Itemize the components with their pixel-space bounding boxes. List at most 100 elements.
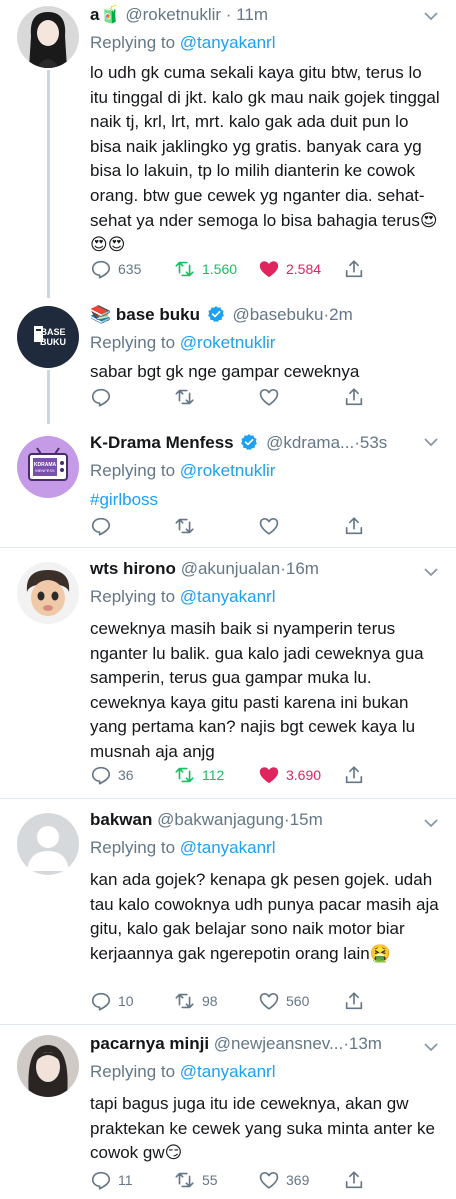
tweet-text: kan ada gojek? kenapa gk pesen gojek. ud… — [90, 868, 442, 966]
display-name[interactable]: wts hirono — [90, 559, 176, 578]
retweet-icon — [175, 389, 194, 405]
reply-button[interactable] — [90, 386, 112, 408]
retweet-button[interactable]: 1.560 — [174, 258, 237, 280]
heart-icon — [259, 993, 279, 1010]
chevron-down-icon[interactable] — [424, 12, 438, 21]
timestamp[interactable]: 11m — [236, 5, 268, 24]
share-icon — [345, 517, 363, 535]
reply-icon — [91, 517, 111, 536]
display-name[interactable]: bakwan — [90, 810, 152, 829]
tweet-item[interactable]: a🧃 @roketnuklir · 11m Replying to @tanya… — [0, 0, 456, 290]
display-name[interactable]: 📚 base buku — [90, 305, 200, 324]
replying-to: Replying to @tanyakanrl — [90, 585, 442, 608]
share-button[interactable] — [343, 764, 365, 786]
reply-button[interactable]: 11 — [90, 1169, 133, 1191]
mention-link[interactable]: @roketnuklir — [180, 333, 276, 352]
avatar-text: BUKU — [40, 337, 66, 347]
display-name[interactable]: pacarnya minji — [90, 1034, 209, 1053]
chevron-down-icon[interactable] — [424, 1043, 438, 1052]
retweet-button[interactable] — [174, 515, 196, 537]
tweet-item[interactable]: wts hirono @akunjualan·16m Replying to @… — [0, 548, 456, 798]
emoji-text: 🤮 — [369, 943, 391, 963]
tweet-text-content: lo udh gk cuma sekali kaya gitu btw, ter… — [90, 63, 440, 230]
chevron-down-icon[interactable] — [424, 819, 438, 828]
tweet-item[interactable]: KDRAMA MENFESS K-Drama Menfess @kdrama..… — [0, 424, 456, 546]
mention-link[interactable]: @roketnuklir — [180, 461, 276, 480]
share-button[interactable] — [343, 386, 365, 408]
display-name[interactable]: K-Drama Menfess — [90, 433, 234, 452]
timestamp[interactable]: 53s — [360, 433, 387, 452]
avatar[interactable] — [17, 813, 79, 875]
retweet-icon — [175, 518, 194, 534]
share-icon — [345, 992, 363, 1010]
user-handle[interactable]: @kdrama... — [266, 433, 354, 452]
chevron-down-icon[interactable] — [424, 568, 438, 577]
avatar[interactable]: BASE BUKU — [17, 306, 79, 368]
like-button[interactable]: 3.690 — [258, 764, 321, 786]
timestamp[interactable]: 2m — [329, 305, 353, 324]
chevron-down-icon[interactable] — [424, 438, 438, 447]
replying-to: Replying to @roketnuklir — [90, 331, 442, 354]
share-button[interactable] — [343, 258, 365, 280]
timestamp[interactable]: 15m — [290, 810, 323, 829]
tweet-actions: 36 112 3.690 — [90, 764, 390, 786]
tweet-item[interactable]: pacarnya minji @newjeansnev...·13m Reply… — [0, 1025, 456, 1199]
reply-button[interactable]: 635 — [90, 258, 141, 280]
tweet-header: pacarnya minji @newjeansnev...·13m — [90, 1033, 442, 1057]
share-button[interactable] — [343, 990, 365, 1012]
avatar[interactable] — [17, 1035, 79, 1097]
share-icon — [345, 260, 363, 278]
like-button[interactable] — [258, 515, 280, 537]
replying-to: Replying to @tanyakanrl — [90, 1060, 442, 1083]
timestamp[interactable]: 16m — [286, 559, 319, 578]
tweet-header: wts hirono @akunjualan·16m — [90, 558, 442, 582]
reply-icon — [91, 1171, 111, 1190]
mention-link[interactable]: @tanyakanrl — [180, 587, 276, 606]
reply-icon — [91, 388, 111, 407]
avatar[interactable] — [17, 6, 79, 68]
user-handle[interactable]: @roketnuklir — [125, 5, 221, 24]
like-button[interactable]: 560 — [258, 990, 309, 1012]
mention-link[interactable]: @tanyakanrl — [180, 33, 276, 52]
retweet-button[interactable]: 55 — [174, 1169, 218, 1191]
avatar[interactable]: KDRAMA MENFESS — [17, 436, 79, 498]
tweet-header: 📚 base buku @basebuku·2m — [90, 304, 442, 328]
share-button[interactable] — [343, 515, 365, 537]
tweet-item[interactable]: bakwan @bakwanjagung·15m Replying to @ta… — [0, 799, 456, 1024]
avatar[interactable] — [17, 562, 79, 624]
reply-count: 11 — [118, 1172, 133, 1188]
user-handle[interactable]: @newjeansnev... — [214, 1034, 343, 1053]
like-button[interactable] — [258, 386, 280, 408]
tweet-text-content: tapi bagus juga itu ide ceweknya, akan g… — [90, 1094, 435, 1163]
tweet-text: sabar bgt gk nge gampar ceweknya — [90, 362, 360, 381]
hashtag-link[interactable]: #girlboss — [90, 490, 158, 509]
retweet-count: 112 — [202, 767, 225, 783]
tweet-item[interactable]: BASE BUKU 📚 base buku @basebuku·2m Reply… — [0, 298, 456, 416]
mention-link[interactable]: @tanyakanrl — [180, 1062, 276, 1081]
like-button[interactable]: 369 — [258, 1169, 309, 1191]
emoji-text: 😏 — [164, 1143, 183, 1163]
retweet-button[interactable]: 112 — [174, 764, 224, 786]
tweet-text: #girlboss — [90, 488, 442, 513]
retweet-button[interactable]: 98 — [174, 990, 218, 1012]
mention-link[interactable]: @tanyakanrl — [180, 838, 276, 857]
share-button[interactable] — [343, 1169, 365, 1191]
reply-button[interactable]: 10 — [90, 990, 134, 1012]
tweet-actions: 10 98 560 — [90, 990, 390, 1012]
retweet-count: 98 — [202, 993, 218, 1009]
display-name[interactable]: a🧃 — [90, 5, 121, 24]
like-button[interactable]: 2.584 — [258, 258, 321, 280]
reply-button[interactable] — [90, 515, 112, 537]
retweet-button[interactable] — [174, 386, 196, 408]
separator-dot: · — [225, 5, 232, 24]
heart-icon — [259, 518, 279, 535]
user-handle[interactable]: @akunjualan — [181, 559, 281, 578]
user-handle[interactable]: @bakwanjagung — [157, 810, 284, 829]
user-handle[interactable]: @basebuku — [232, 305, 323, 324]
replying-to-label: Replying to — [90, 33, 176, 52]
avatar-text: MENFESS — [35, 468, 55, 473]
timestamp[interactable]: 13m — [349, 1034, 382, 1053]
tweet-text: tapi bagus juga itu ide ceweknya, akan g… — [90, 1092, 442, 1166]
tweet-header: K-Drama Menfess @kdrama...·53s — [90, 432, 442, 456]
reply-button[interactable]: 36 — [90, 764, 134, 786]
